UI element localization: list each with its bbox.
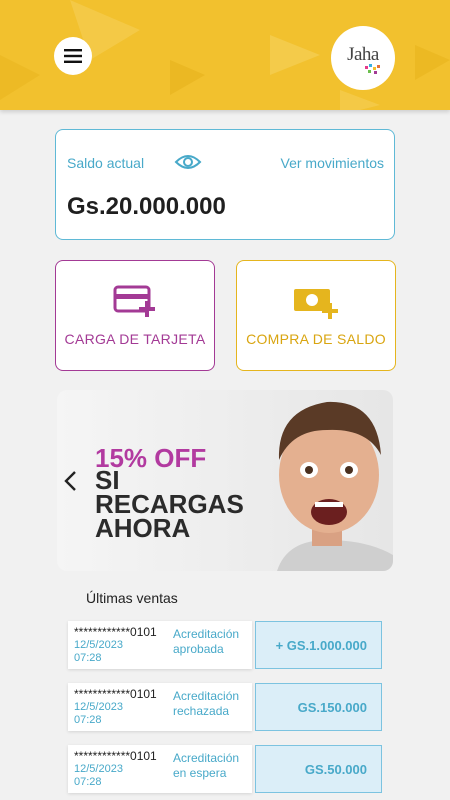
- sale-status: Acreditación aprobada: [173, 627, 240, 656]
- card-add-icon: [113, 285, 155, 317]
- cash-add-icon: [294, 289, 338, 319]
- buy-balance-label: COMPRA DE SALDO: [246, 331, 386, 347]
- balance-amount: Gs.20.000.000: [67, 193, 226, 220]
- recent-sales-title: Últimas ventas: [86, 590, 178, 606]
- chevron-left-icon[interactable]: [63, 470, 79, 492]
- sale-info: ************0101 12/5/2023 07:28 Acredit…: [68, 745, 252, 793]
- sale-card-number: ************0101: [74, 749, 157, 763]
- promo-person-image: [277, 401, 393, 571]
- sale-row[interactable]: ************0101 12/5/2023 07:28 Acredit…: [68, 745, 382, 793]
- sale-info: ************0101 12/5/2023 07:28 Acredit…: [68, 621, 252, 669]
- sale-time: 07:28: [74, 652, 102, 664]
- promo-subline: SI RECARGAS AHORA: [95, 465, 244, 543]
- sale-datetime: 12/5/2023 07:28: [74, 701, 144, 727]
- sale-amount: + GS.1.000.000: [255, 621, 382, 669]
- sale-datetime: 12/5/2023 07:28: [74, 639, 144, 665]
- sale-card-number: ************0101: [74, 687, 157, 701]
- sale-time: 07:28: [74, 776, 102, 788]
- app-header: Jaha: [0, 0, 450, 110]
- sale-amount: GS.50.000: [255, 745, 382, 793]
- sale-time: 07:28: [74, 714, 102, 726]
- sale-status: Acreditación rechazada: [173, 689, 240, 718]
- sale-row[interactable]: ************0101 12/5/2023 07:28 Acredit…: [68, 621, 382, 669]
- sale-amount: GS.150.000: [255, 683, 382, 731]
- balance-label: Saldo actual: [67, 155, 145, 171]
- logo-confetti-icon: [365, 64, 380, 74]
- sale-date: 12/5/2023: [74, 763, 123, 775]
- sale-row[interactable]: ************0101 12/5/2023 07:28 Acredit…: [68, 683, 382, 731]
- card-load-button[interactable]: CARGA DE TARJETA: [55, 260, 215, 371]
- buy-balance-button[interactable]: COMPRA DE SALDO: [236, 260, 396, 371]
- sale-status: Acreditación en espera: [173, 751, 240, 780]
- menu-button[interactable]: [54, 37, 92, 75]
- sale-datetime: 12/5/2023 07:28: [74, 763, 144, 789]
- sale-date: 12/5/2023: [74, 701, 123, 713]
- sale-card-number: ************0101: [74, 625, 157, 639]
- brand-logo: Jaha: [331, 26, 395, 90]
- logo-text: Jaha: [347, 44, 379, 65]
- sale-info: ************0101 12/5/2023 07:28 Acredit…: [68, 683, 252, 731]
- card-load-label: CARGA DE TARJETA: [64, 331, 206, 347]
- movements-link[interactable]: Ver movimientos: [281, 155, 384, 171]
- sale-date: 12/5/2023: [74, 639, 123, 651]
- promo-banner[interactable]: 15% OFF SI RECARGAS AHORA: [57, 390, 393, 571]
- balance-card: Saldo actual Ver movimientos Gs.20.000.0…: [55, 129, 395, 240]
- hamburger-menu-icon: [64, 49, 82, 63]
- eye-icon[interactable]: [174, 152, 202, 172]
